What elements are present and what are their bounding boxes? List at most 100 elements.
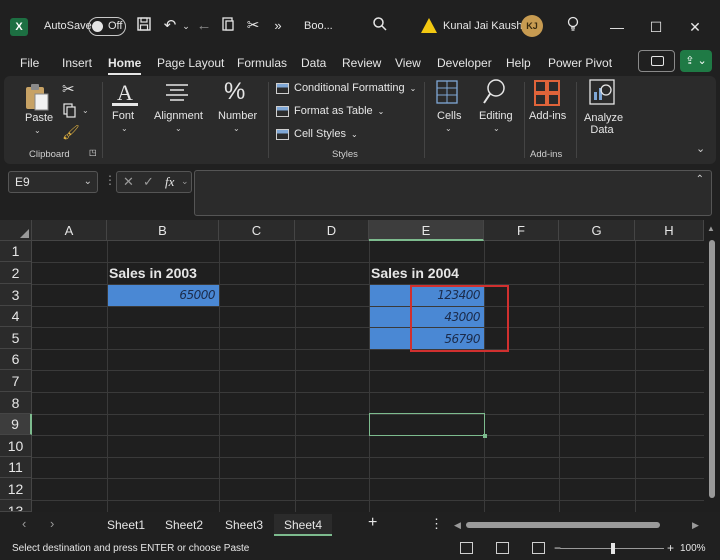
tab-file[interactable]: File (20, 56, 39, 70)
sheet-tab-sheet3[interactable]: Sheet3 (215, 514, 273, 536)
cancel-icon[interactable]: ✕ (123, 174, 134, 190)
lightbulb-icon[interactable] (562, 16, 584, 38)
scroll-right-icon[interactable]: ▶ (692, 520, 699, 531)
tab-home[interactable]: Home (108, 56, 142, 75)
sheet-tab-sheet2[interactable]: Sheet2 (155, 514, 213, 536)
cell-styles-button[interactable]: Cell Styles ⌄ (276, 128, 358, 140)
analyze-data-button[interactable]: Analyze Data (584, 112, 623, 136)
next-sheet-icon[interactable]: › (50, 516, 54, 531)
row-header-7[interactable]: 7 (0, 370, 32, 392)
sheet-tab-sheet1[interactable]: Sheet1 (97, 514, 155, 536)
prev-sheet-icon[interactable]: ‹ (22, 516, 26, 531)
cell-e2[interactable]: Sales in 2004 (371, 265, 459, 281)
cells-icon[interactable] (436, 80, 458, 109)
row-header-1[interactable]: 1 (0, 241, 32, 262)
column-header-h[interactable]: H (635, 220, 704, 241)
vertical-scrollbar[interactable]: ▲ (704, 220, 720, 512)
row-header-12[interactable]: 12 (0, 478, 32, 500)
cells-button[interactable]: Cells (437, 110, 461, 122)
undo-dropdown-icon[interactable]: ⌄ (176, 16, 196, 36)
cut-icon[interactable]: ✂ (62, 80, 75, 98)
clipboard-launcher-icon[interactable]: ◳ (89, 148, 97, 157)
enter-icon[interactable]: ✓ (143, 174, 154, 190)
page-layout-view-icon[interactable] (496, 542, 509, 554)
normal-view-icon[interactable] (460, 542, 473, 554)
zoom-slider-thumb[interactable] (611, 543, 615, 554)
comments-button[interactable] (638, 50, 675, 72)
row-header-3[interactable]: 3 (0, 284, 32, 306)
more-commands-icon[interactable]: » (268, 16, 288, 36)
select-all-button[interactable] (0, 220, 32, 241)
paste-dropdown-icon[interactable]: ⌄ (34, 126, 41, 135)
copy-icon[interactable] (62, 102, 78, 123)
add-ins-icon[interactable] (534, 80, 560, 111)
minimize-icon[interactable]: — (606, 16, 628, 38)
alignment-dropdown-icon[interactable]: ⌄ (175, 124, 182, 133)
workbook-title[interactable]: Boo... (304, 20, 333, 32)
save-icon[interactable] (134, 16, 154, 36)
more-icon[interactable]: ⋮ (104, 173, 116, 187)
number-dropdown-icon[interactable]: ⌄ (233, 124, 240, 133)
row-header-9[interactable]: 9 (0, 414, 32, 435)
format-as-table-button[interactable]: Format as Table ⌄ (276, 105, 384, 117)
row-header-2[interactable]: 2 (0, 262, 32, 284)
autosave-toggle[interactable]: Off (88, 17, 126, 36)
row-header-10[interactable]: 10 (0, 435, 32, 457)
cells-dropdown-icon[interactable]: ⌄ (445, 124, 452, 133)
tab-insert[interactable]: Insert (62, 56, 92, 70)
cell-b2[interactable]: Sales in 2003 (109, 265, 197, 281)
editing-icon[interactable] (482, 78, 508, 111)
tab-view[interactable]: View (395, 56, 421, 70)
scroll-up-icon[interactable]: ▲ (707, 224, 715, 233)
close-icon[interactable]: ✕ (684, 16, 706, 38)
conditional-formatting-button[interactable]: Conditional Formatting ⌄ (276, 82, 416, 94)
zoom-level[interactable]: 100% (680, 543, 706, 554)
maximize-icon[interactable]: ☐ (645, 16, 667, 38)
tab-data[interactable]: Data (301, 56, 326, 70)
insert-function-icon[interactable]: fx (165, 174, 174, 190)
add-sheet-icon[interactable]: + (368, 514, 377, 532)
user-name[interactable]: Kunal Jai Kaushik (443, 20, 530, 32)
alignment-icon[interactable] (164, 82, 190, 107)
cell-b3[interactable]: 65000 (107, 288, 215, 302)
column-header-b[interactable]: B (107, 220, 219, 241)
tab-help[interactable]: Help (506, 56, 531, 70)
editing-button[interactable]: Editing (479, 110, 513, 122)
tab-page-layout[interactable]: Page Layout (157, 56, 224, 70)
tab-review[interactable]: Review (342, 56, 381, 70)
row-header-13[interactable]: 13 (0, 500, 32, 512)
search-icon[interactable] (370, 16, 390, 36)
name-box[interactable]: E9 ⌄ (8, 171, 98, 193)
editing-dropdown-icon[interactable]: ⌄ (493, 124, 500, 133)
copy-dropdown-icon[interactable]: ⌄ (82, 106, 89, 115)
zoom-in-icon[interactable]: + (667, 541, 674, 555)
column-header-e[interactable]: E (369, 220, 484, 241)
column-header-a[interactable]: A (32, 220, 107, 241)
font-icon[interactable]: A (112, 80, 138, 106)
tab-formulas[interactable]: Formulas (237, 56, 287, 70)
paste-button[interactable]: Paste (25, 112, 53, 124)
vertical-scroll-thumb[interactable] (709, 240, 715, 498)
ribbon-collapse-icon[interactable]: ⌄ (696, 142, 705, 155)
analyze-data-icon[interactable] (589, 79, 615, 112)
active-cell-e9[interactable] (369, 413, 487, 438)
alignment-button[interactable]: Alignment (154, 110, 203, 122)
row-header-5[interactable]: 5 (0, 327, 32, 349)
share-button[interactable]: ⇪ ⌄ (680, 50, 712, 72)
column-header-c[interactable]: C (219, 220, 295, 241)
column-header-d[interactable]: D (295, 220, 369, 241)
font-dropdown-icon[interactable]: ⌄ (121, 124, 128, 133)
redo-icon[interactable]: ← (194, 16, 214, 36)
row-header-11[interactable]: 11 (0, 457, 32, 478)
warning-icon[interactable] (421, 18, 437, 33)
format-painter-icon[interactable]: 🖌 (62, 124, 80, 141)
avatar[interactable]: KJ (521, 15, 543, 37)
paste-icon[interactable] (24, 82, 50, 112)
add-ins-button[interactable]: Add-ins (529, 110, 566, 122)
more-sheets-icon[interactable]: ⋮ (430, 516, 443, 532)
column-header-g[interactable]: G (559, 220, 635, 241)
tab-developer[interactable]: Developer (437, 56, 492, 70)
horizontal-scroll-thumb[interactable] (466, 522, 660, 528)
percent-icon[interactable]: % (224, 78, 245, 106)
column-header-f[interactable]: F (484, 220, 559, 241)
